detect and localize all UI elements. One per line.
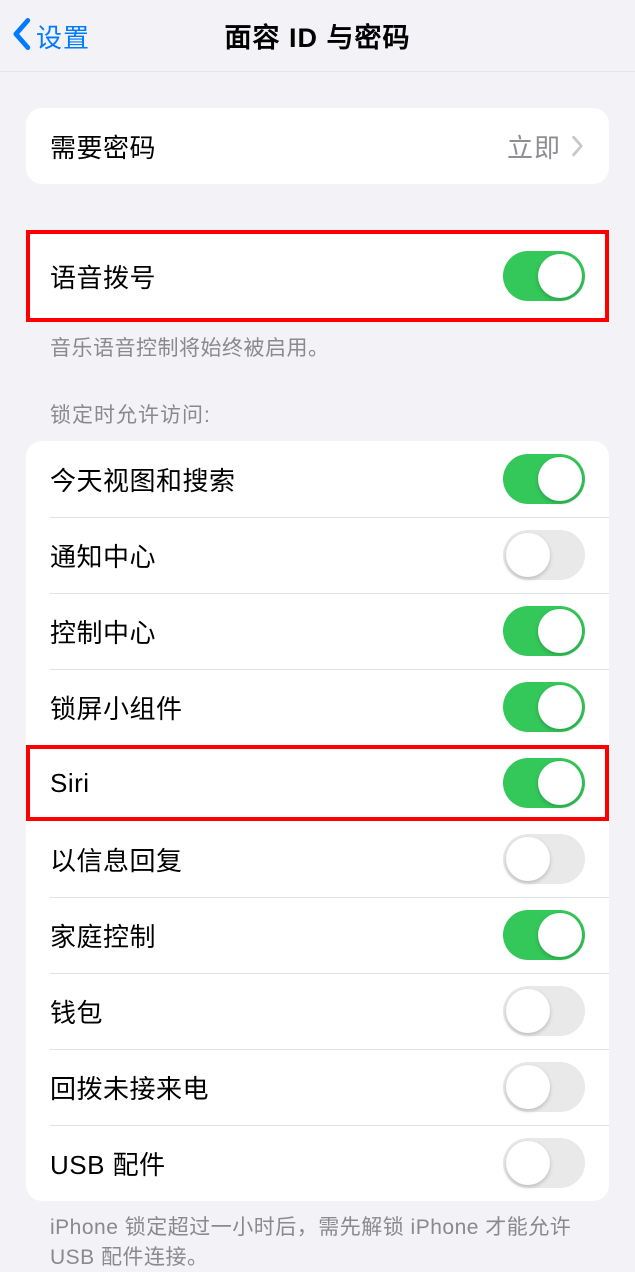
locked-access-item-label: 回拨未接来电	[50, 1069, 503, 1106]
voice-dial-toggle[interactable]	[503, 251, 585, 301]
locked-access-item-toggle[interactable]	[503, 682, 585, 732]
locked-access-row: Siri	[26, 745, 609, 821]
locked-access-row: 通知中心	[26, 517, 609, 593]
chevron-right-icon	[571, 135, 585, 157]
locked-access-item-label: USB 配件	[50, 1145, 503, 1182]
back-label: 设置	[36, 18, 90, 55]
voice-dial-group: 语音拨号	[26, 230, 609, 322]
back-button[interactable]: 设置	[10, 0, 90, 72]
locked-access-item-toggle[interactable]	[503, 758, 585, 808]
locked-access-item-label: 通知中心	[50, 537, 503, 574]
locked-access-group: 今天视图和搜索通知中心控制中心锁屏小组件 Siri 以信息回复家庭控制钱包回拨未接来…	[26, 441, 609, 1201]
require-passcode-label: 需要密码	[50, 128, 507, 165]
locked-access-row: 以信息回复	[26, 821, 609, 897]
locked-access-row: 锁屏小组件	[26, 669, 609, 745]
voice-dial-label: 语音拨号	[50, 258, 503, 295]
locked-access-item-toggle[interactable]	[503, 1138, 585, 1188]
locked-access-item-toggle[interactable]	[503, 606, 585, 656]
locked-access-item-label: 以信息回复	[50, 841, 503, 878]
locked-access-item-toggle[interactable]	[503, 530, 585, 580]
locked-access-item-toggle[interactable]	[503, 910, 585, 960]
require-passcode-value: 立即	[507, 128, 561, 165]
locked-access-row: 钱包	[26, 973, 609, 1049]
passcode-group: 需要密码 立即	[26, 108, 609, 184]
locked-access-item-label: 今天视图和搜索	[50, 461, 503, 498]
locked-access-footer: iPhone 锁定超过一小时后，需先解锁 iPhone 才能允许USB 配件连接…	[26, 1201, 609, 1272]
locked-access-item-label: 锁屏小组件	[50, 689, 503, 726]
voice-dial-row: 语音拨号	[26, 230, 609, 322]
chevron-left-icon	[10, 17, 32, 56]
locked-access-row: 今天视图和搜索	[26, 441, 609, 517]
locked-access-item-toggle[interactable]	[503, 834, 585, 884]
require-passcode-row[interactable]: 需要密码 立即	[26, 108, 609, 184]
locked-access-item-toggle[interactable]	[503, 1062, 585, 1112]
locked-access-item-label: 钱包	[50, 993, 503, 1030]
locked-access-item-toggle[interactable]	[503, 454, 585, 504]
locked-access-item-label: 控制中心	[50, 613, 503, 650]
locked-access-item-label: 家庭控制	[50, 917, 503, 954]
page-title: 面容 ID 与密码	[224, 16, 410, 55]
voice-dial-footer: 音乐语音控制将始终被启用。	[26, 322, 609, 363]
locked-access-row: 家庭控制	[26, 897, 609, 973]
locked-access-row: 回拨未接来电	[26, 1049, 609, 1125]
locked-access-row: 控制中心	[26, 593, 609, 669]
locked-access-row: USB 配件	[26, 1125, 609, 1201]
nav-header: 设置 面容 ID 与密码	[0, 0, 635, 72]
locked-access-item-label: Siri	[50, 768, 503, 799]
locked-access-item-toggle[interactable]	[503, 986, 585, 1036]
locked-access-header: 锁定时允许访问:	[26, 363, 609, 441]
